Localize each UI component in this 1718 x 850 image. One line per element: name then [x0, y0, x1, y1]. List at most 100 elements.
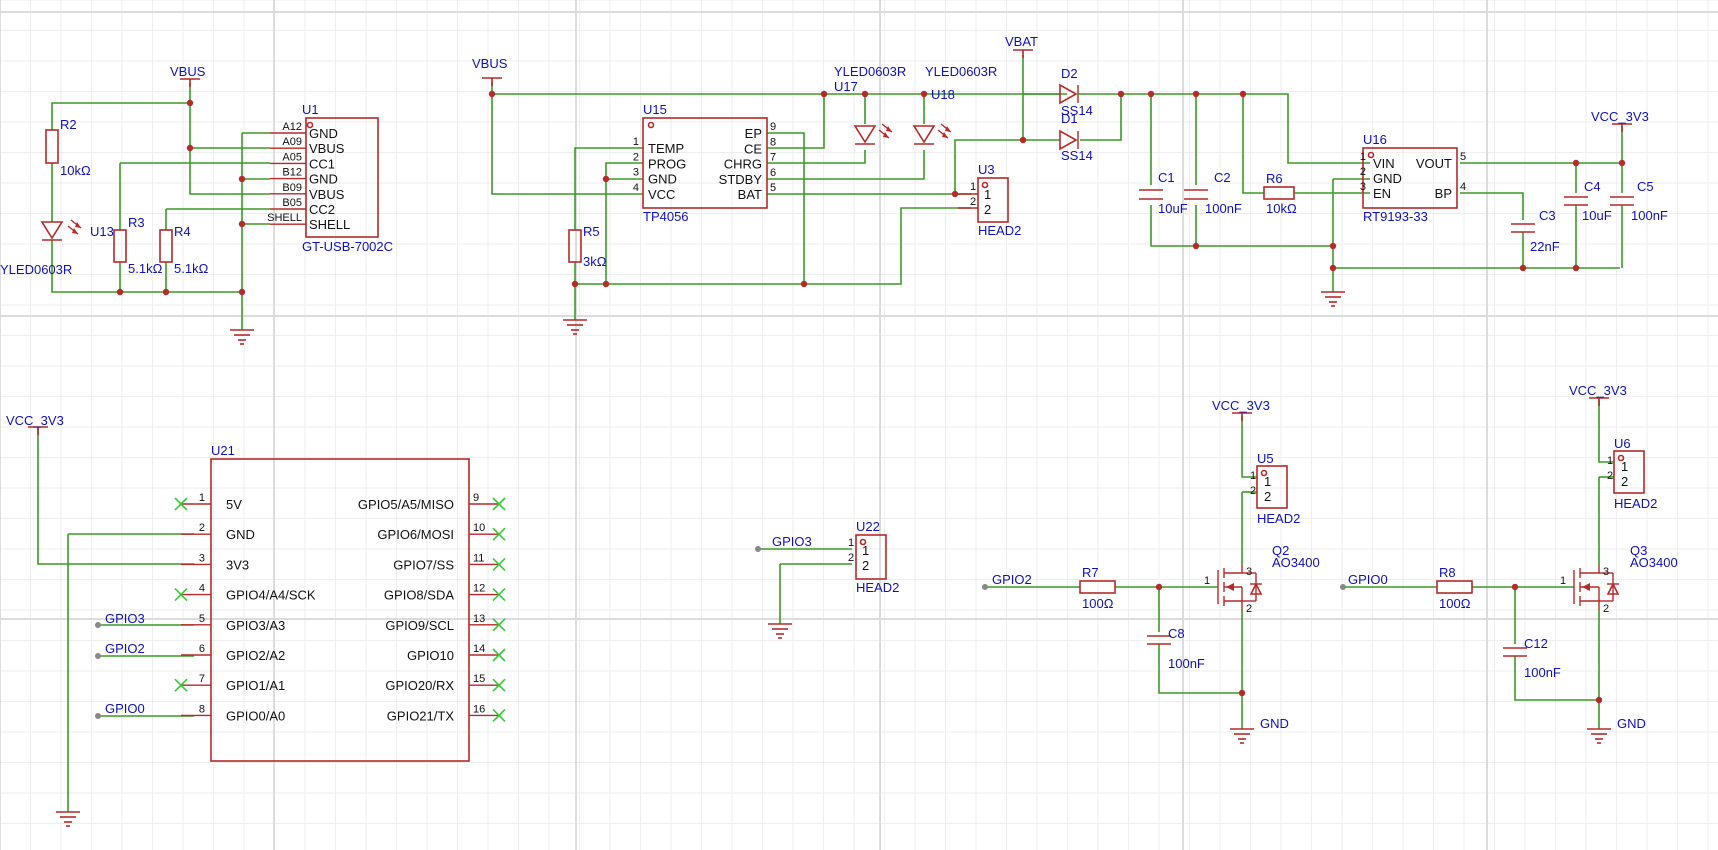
pin-number: 11 — [473, 552, 484, 564]
pin-name: VOUT — [1416, 156, 1452, 171]
pin-number: 2 — [1360, 166, 1366, 178]
svg-text:1: 1 — [1204, 575, 1210, 587]
u21-pins-pin: GPIO1/A1 7 — [174, 673, 285, 693]
ic-u16-rt9193[interactable]: U16 RT9193-33 VIN 1 GND 2 EN 3 VOUT 5 BP 4 — [1360, 132, 1466, 224]
pin-name: GND — [309, 172, 338, 187]
svg-text:C8: C8 — [1168, 626, 1185, 641]
svg-text:R2: R2 — [60, 117, 77, 132]
svg-text:2: 2 — [1621, 474, 1628, 489]
header-u6[interactable]: 1 2 1 2 U6 HEAD2 — [1607, 436, 1657, 511]
svg-text:10kΩ: 10kΩ — [60, 163, 91, 178]
led-u18[interactable]: U18 YLED0603R — [912, 64, 997, 145]
svg-text:U16: U16 — [1363, 132, 1387, 147]
pin-name: CC2 — [309, 202, 335, 217]
u21-pins-pin: GPIO4/A4/SCK 4 — [174, 583, 316, 603]
pin-name: GPIO20/RX — [385, 678, 454, 693]
pin-name: 3V3 — [226, 557, 249, 572]
capacitor-c1[interactable]: C1 10uF — [1139, 170, 1188, 216]
ground-symbol[interactable] — [230, 329, 254, 345]
capacitor-c3[interactable]: C3 22nF — [1511, 208, 1560, 254]
pin-number: 7 — [770, 152, 776, 164]
pin-number: 6 — [770, 167, 776, 179]
svg-text:22nF: 22nF — [1530, 239, 1560, 254]
pin-number: A09 — [282, 136, 302, 148]
diode-d1[interactable]: D1 SS14 — [1059, 111, 1093, 163]
svg-text:3: 3 — [1603, 566, 1609, 578]
power-flag-vcc-3v3[interactable]: VCC_3V3 — [1212, 398, 1270, 421]
svg-text:VCC_3V3: VCC_3V3 — [6, 413, 64, 428]
svg-text:HEAD2: HEAD2 — [978, 223, 1021, 238]
pin-name: VBUS — [309, 187, 345, 202]
led-u13[interactable]: U13 YLED0603R — [0, 219, 114, 277]
pin-name: TEMP — [648, 141, 684, 156]
ground-symbol[interactable] — [768, 623, 792, 639]
pin-name: GND — [648, 172, 677, 187]
resistor-r4[interactable]: R4 5.1kΩ — [159, 224, 209, 276]
resistor-r8[interactable]: R8 100Ω — [1436, 565, 1473, 611]
ic-u21-module[interactable]: U21 5V1GND23V33GPIO4/A4/SCK4GPIO3/A35GPI… — [174, 443, 506, 762]
svg-text:10uF: 10uF — [1582, 208, 1612, 223]
pin-number: 8 — [770, 136, 776, 148]
capacitor-c5[interactable]: C5 100nF — [1610, 179, 1668, 223]
svg-text:YLED0603R: YLED0603R — [925, 64, 997, 79]
resistor-r6[interactable]: R6 10kΩ — [1263, 171, 1297, 216]
svg-text:10uF: 10uF — [1158, 201, 1188, 216]
pin-name: PROG — [648, 156, 686, 171]
svg-text:GPIO2: GPIO2 — [105, 641, 145, 656]
resistor-r3[interactable]: R3 5.1kΩ — [113, 215, 163, 276]
header-u22[interactable]: 1 2 1 2 U22 HEAD2 — [848, 519, 899, 595]
svg-text:VBUS: VBUS — [170, 64, 206, 79]
resistor-r5[interactable]: R5 3kΩ — [568, 224, 607, 269]
capacitor-c8[interactable]: C8 100nF — [1147, 626, 1205, 671]
pin-number: B05 — [282, 197, 302, 209]
svg-text:2: 2 — [1250, 485, 1256, 497]
svg-text:GPIO0: GPIO0 — [105, 701, 145, 716]
schematic-canvas: VBUS VBUS VBAT VCC_3V3 VCC_3V3 VCC_3V3 V… — [0, 0, 1718, 850]
svg-text:100nF: 100nF — [1524, 665, 1561, 680]
svg-text:C5: C5 — [1637, 179, 1654, 194]
power-flag-vbus[interactable]: VBUS — [472, 56, 508, 86]
svg-text:2: 2 — [1246, 603, 1252, 615]
power-flag-vbat[interactable]: VBAT — [1005, 34, 1038, 58]
u21-pins-pin: GPIO20/RX 15 — [385, 673, 506, 693]
pin-number: 5 — [770, 182, 776, 194]
power-flag-vcc-3v3[interactable]: VCC_3V3 — [1591, 109, 1649, 132]
net-labels: GPIO3 GPIO2 GPIO0 GPIO3 GPIO2 GPIO0 — [95, 534, 1388, 719]
ic-u1-usb-connector[interactable]: U1 GT-USB-7002C GND A12 VBUS A09 CC1 A05 GND B1… — [267, 102, 393, 254]
pin-name: GND — [1373, 171, 1402, 186]
svg-text:VCC_3V3: VCC_3V3 — [1212, 398, 1270, 413]
capacitor-c12[interactable]: C12 100nF — [1503, 636, 1561, 680]
svg-text:GPIO2: GPIO2 — [992, 572, 1032, 587]
svg-text:2: 2 — [1607, 470, 1613, 482]
u21-pins-pin: 3V3 3 — [181, 552, 249, 572]
svg-text:VCC_3V3: VCC_3V3 — [1591, 109, 1649, 124]
svg-text:1: 1 — [1250, 470, 1256, 482]
ic-u15-tp4056[interactable]: U15 TP4056 TEMP 1 PROG 2 GND 3 VCC 4 EP 9 CE 8 CHRG 7… — [633, 102, 776, 224]
power-flag-vcc-3v3[interactable]: VCC_3V3 — [6, 413, 64, 435]
pin-number: B09 — [282, 182, 302, 194]
pin-number: 1 — [633, 136, 639, 148]
led-u17[interactable]: U17 YLED0603R — [834, 64, 906, 145]
svg-text:U18: U18 — [931, 87, 955, 102]
svg-text:HEAD2: HEAD2 — [856, 580, 899, 595]
header-u3[interactable]: 1 2 1 2 U3 HEAD2 — [958, 162, 1021, 238]
pin-name: GPIO2/A2 — [226, 648, 285, 663]
svg-text:1: 1 — [1560, 575, 1566, 587]
svg-text:SS14: SS14 — [1061, 148, 1093, 163]
pin-number: 13 — [473, 613, 485, 625]
svg-text:TP4056: TP4056 — [643, 209, 689, 224]
pin-name: VIN — [1373, 156, 1395, 171]
capacitor-c4[interactable]: C4 10uF — [1564, 179, 1612, 223]
pin-name: VBUS — [309, 141, 345, 156]
power-flag-vbus[interactable]: VBUS — [170, 64, 206, 87]
svg-text:VBAT: VBAT — [1005, 34, 1038, 49]
ground-symbol[interactable] — [1587, 728, 1611, 744]
power-flag-vcc-3v3[interactable]: VCC_3V3 — [1569, 383, 1627, 406]
pin-name: BAT — [738, 187, 762, 202]
pin-name: GPIO6/MOSI — [377, 527, 454, 542]
svg-text:R7: R7 — [1082, 565, 1099, 580]
u21-pins-pin: GPIO5/A5/MISO 9 — [358, 492, 506, 512]
pin-number: A05 — [282, 151, 302, 163]
capacitor-c2[interactable]: C2 100nF — [1184, 170, 1242, 216]
ground-symbol[interactable] — [1321, 291, 1345, 307]
